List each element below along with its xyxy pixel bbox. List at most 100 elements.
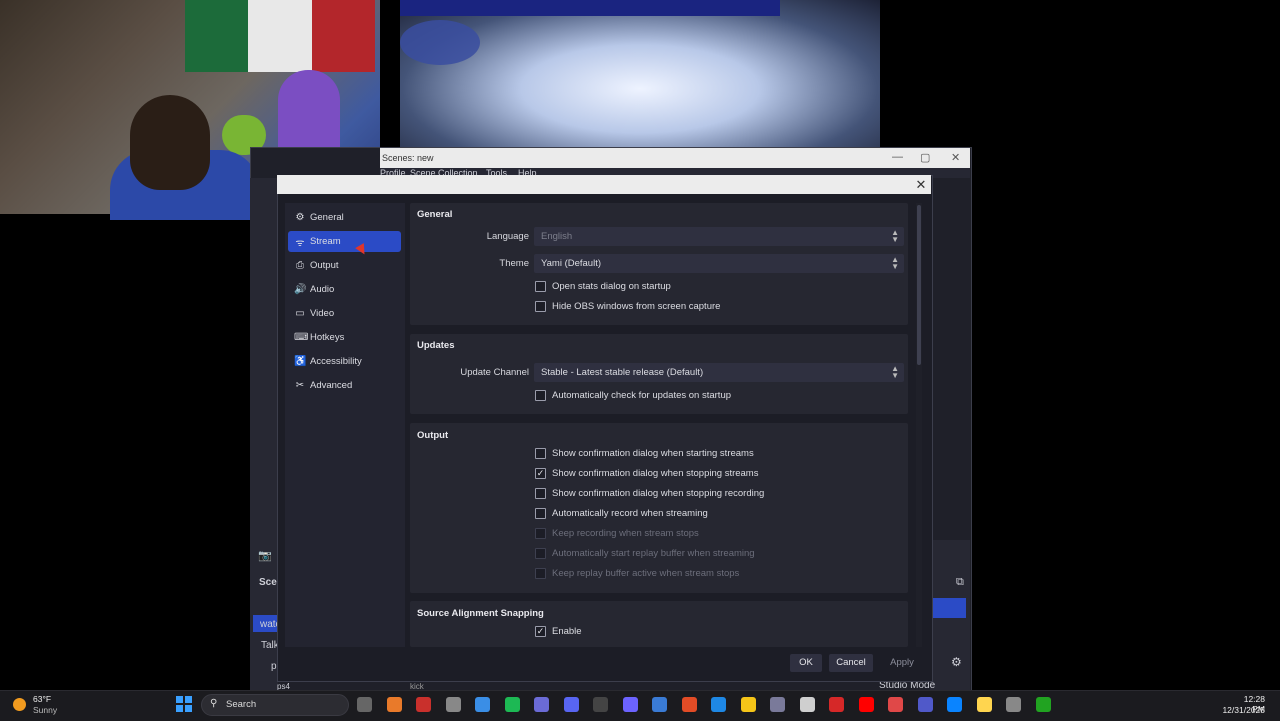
- app-icon[interactable]: [534, 697, 549, 712]
- output-icon: ⎙: [296, 260, 304, 271]
- sidebar-item-audio[interactable]: 🔊 Audio: [288, 279, 401, 300]
- checkbox-box[interactable]: ✓: [535, 626, 546, 637]
- sidebar-item-label: Stream: [310, 236, 341, 247]
- checkbox-box[interactable]: [535, 281, 546, 292]
- apply-button[interactable]: Apply: [880, 654, 924, 672]
- person-head: [130, 95, 210, 190]
- output-option-checkbox: Keep recording when stream stops: [535, 528, 699, 539]
- settings-titlebar: [277, 175, 931, 194]
- media-icon[interactable]: [770, 697, 785, 712]
- checkbox-box[interactable]: [535, 448, 546, 459]
- sidebar-item-accessibility[interactable]: ♿ Accessibility: [288, 351, 401, 372]
- sidebar-item-advanced[interactable]: ✂ Advanced: [288, 375, 401, 396]
- output-title: Output: [417, 430, 449, 441]
- cancel-button[interactable]: Cancel: [829, 654, 873, 672]
- output-option-checkbox[interactable]: Automatically record when streaming: [535, 508, 708, 519]
- updown-icon: ▲ ▼: [891, 255, 899, 271]
- sidebar-item-label: Output: [310, 260, 339, 271]
- taskbar-search[interactable]: ⚲ Search: [201, 694, 349, 716]
- obs-left-panel: [250, 178, 278, 690]
- sidebar-item-label: Advanced: [310, 380, 353, 391]
- teams-icon[interactable]: [917, 697, 933, 712]
- monitor-icon: ▭: [295, 308, 305, 319]
- discord-icon[interactable]: [563, 697, 579, 712]
- app-icon[interactable]: [445, 697, 461, 712]
- update-channel-value: Stable - Latest stable release (Default): [541, 367, 704, 378]
- chrome-icon[interactable]: [681, 697, 697, 712]
- edge-icon[interactable]: [947, 697, 962, 712]
- app-icon[interactable]: [888, 697, 903, 712]
- close-icon[interactable]: ✕: [951, 151, 960, 164]
- wrench-icon: ✂: [295, 380, 305, 391]
- store-icon[interactable]: [711, 697, 726, 712]
- weather-condition[interactable]: Sunny: [33, 705, 57, 715]
- speaker-icon: 🔊: [294, 284, 307, 295]
- copilot-icon[interactable]: [386, 697, 402, 712]
- notepad-icon[interactable]: [976, 697, 992, 712]
- output-option-checkbox: Keep replay buffer active when stream st…: [535, 568, 739, 579]
- maximize-icon[interactable]: ▢: [920, 151, 930, 164]
- sidebar-item-hotkeys[interactable]: ⌨ Hotkeys: [288, 327, 401, 348]
- settings-gear-icon[interactable]: ⚙: [951, 655, 962, 669]
- scrollbar-thumb[interactable]: [917, 205, 921, 365]
- output-option-checkbox[interactable]: Show confirmation dialog when stopping r…: [535, 488, 764, 499]
- popout-icon[interactable]: ⧉: [956, 576, 964, 589]
- snapping-title: Source Alignment Snapping: [417, 608, 544, 619]
- hide-obs-checkbox[interactable]: Hide OBS windows from screen capture: [535, 301, 720, 312]
- theme-select[interactable]: Yami (Default) ▲ ▼: [534, 254, 904, 273]
- accessibility-icon: ♿: [294, 356, 307, 367]
- updown-icon: ▲ ▼: [891, 364, 899, 380]
- output-option-checkbox[interactable]: ✓ Show confirmation dialog when stopping …: [535, 468, 758, 479]
- youtube-icon[interactable]: [858, 697, 874, 712]
- output-option-checkbox[interactable]: Show confirmation dialog when starting s…: [535, 448, 754, 459]
- open-stats-checkbox[interactable]: Open stats dialog on startup: [535, 281, 671, 292]
- sun-icon[interactable]: [13, 698, 26, 711]
- scene-item-p[interactable]: p: [271, 661, 277, 672]
- brave-icon[interactable]: [416, 697, 431, 712]
- transition-selected[interactable]: [930, 598, 966, 618]
- dialog-close-icon[interactable]: ✕: [913, 177, 929, 193]
- stadium-banner: [400, 0, 780, 16]
- sidebar-item-general[interactable]: ⚙ General: [288, 207, 401, 228]
- sidebar-item-label: General: [310, 212, 344, 223]
- checkbox-box[interactable]: [535, 301, 546, 312]
- ok-button[interactable]: OK: [790, 654, 822, 672]
- opera-icon[interactable]: [829, 697, 844, 712]
- minimize-icon[interactable]: —: [892, 151, 903, 163]
- clock-date[interactable]: 12/31/2025: [1222, 705, 1265, 715]
- checkbox-box[interactable]: [535, 390, 546, 401]
- sidebar-item-stream[interactable]: ᯤ Stream: [288, 231, 401, 252]
- keyboard-icon: ⌨: [294, 332, 309, 343]
- theme-value: Yami (Default): [541, 258, 602, 269]
- settings-icon[interactable]: [1006, 697, 1021, 712]
- camera-icon[interactable]: 📷: [258, 549, 272, 562]
- sidebar-item-output[interactable]: ⎙ Output: [288, 255, 401, 276]
- obs-icon[interactable]: [593, 697, 608, 712]
- app-icon[interactable]: [622, 697, 638, 712]
- task-view-icon[interactable]: [357, 697, 372, 712]
- weather-temp[interactable]: 63°F: [33, 694, 51, 704]
- checkbox-label: Show confirmation dialog when starting s…: [552, 448, 754, 459]
- windows-start-icon[interactable]: [176, 696, 192, 712]
- spotify-icon[interactable]: [504, 697, 520, 712]
- photos-icon[interactable]: [475, 697, 490, 712]
- xbox-icon[interactable]: [1035, 697, 1051, 712]
- auto-update-checkbox[interactable]: Automatically check for updates on start…: [535, 390, 731, 401]
- sidebar-item-label: Audio: [310, 284, 335, 295]
- checkbox-label: Automatically record when streaming: [552, 508, 708, 519]
- checkbox-box[interactable]: ✓: [535, 468, 546, 479]
- edge-icon[interactable]: [652, 697, 667, 712]
- snapping-enable-checkbox[interactable]: ✓ Enable: [535, 626, 582, 637]
- checkbox-label: Show confirmation dialog when stopping s…: [552, 468, 759, 479]
- checkbox-box[interactable]: [535, 508, 546, 519]
- folder-icon[interactable]: [740, 697, 756, 712]
- update-channel-select[interactable]: Stable - Latest stable release (Default)…: [534, 363, 904, 382]
- language-select[interactable]: English ▲ ▼: [534, 227, 904, 246]
- theme-label: Theme: [499, 258, 529, 269]
- shield-icon[interactable]: [799, 697, 815, 712]
- checkbox-box[interactable]: [535, 488, 546, 499]
- checkbox-label: Automatically start replay buffer when s…: [552, 548, 755, 559]
- flag-image: [185, 0, 375, 72]
- language-label: Language: [486, 231, 529, 242]
- sidebar-item-video[interactable]: ▭ Video: [288, 303, 401, 324]
